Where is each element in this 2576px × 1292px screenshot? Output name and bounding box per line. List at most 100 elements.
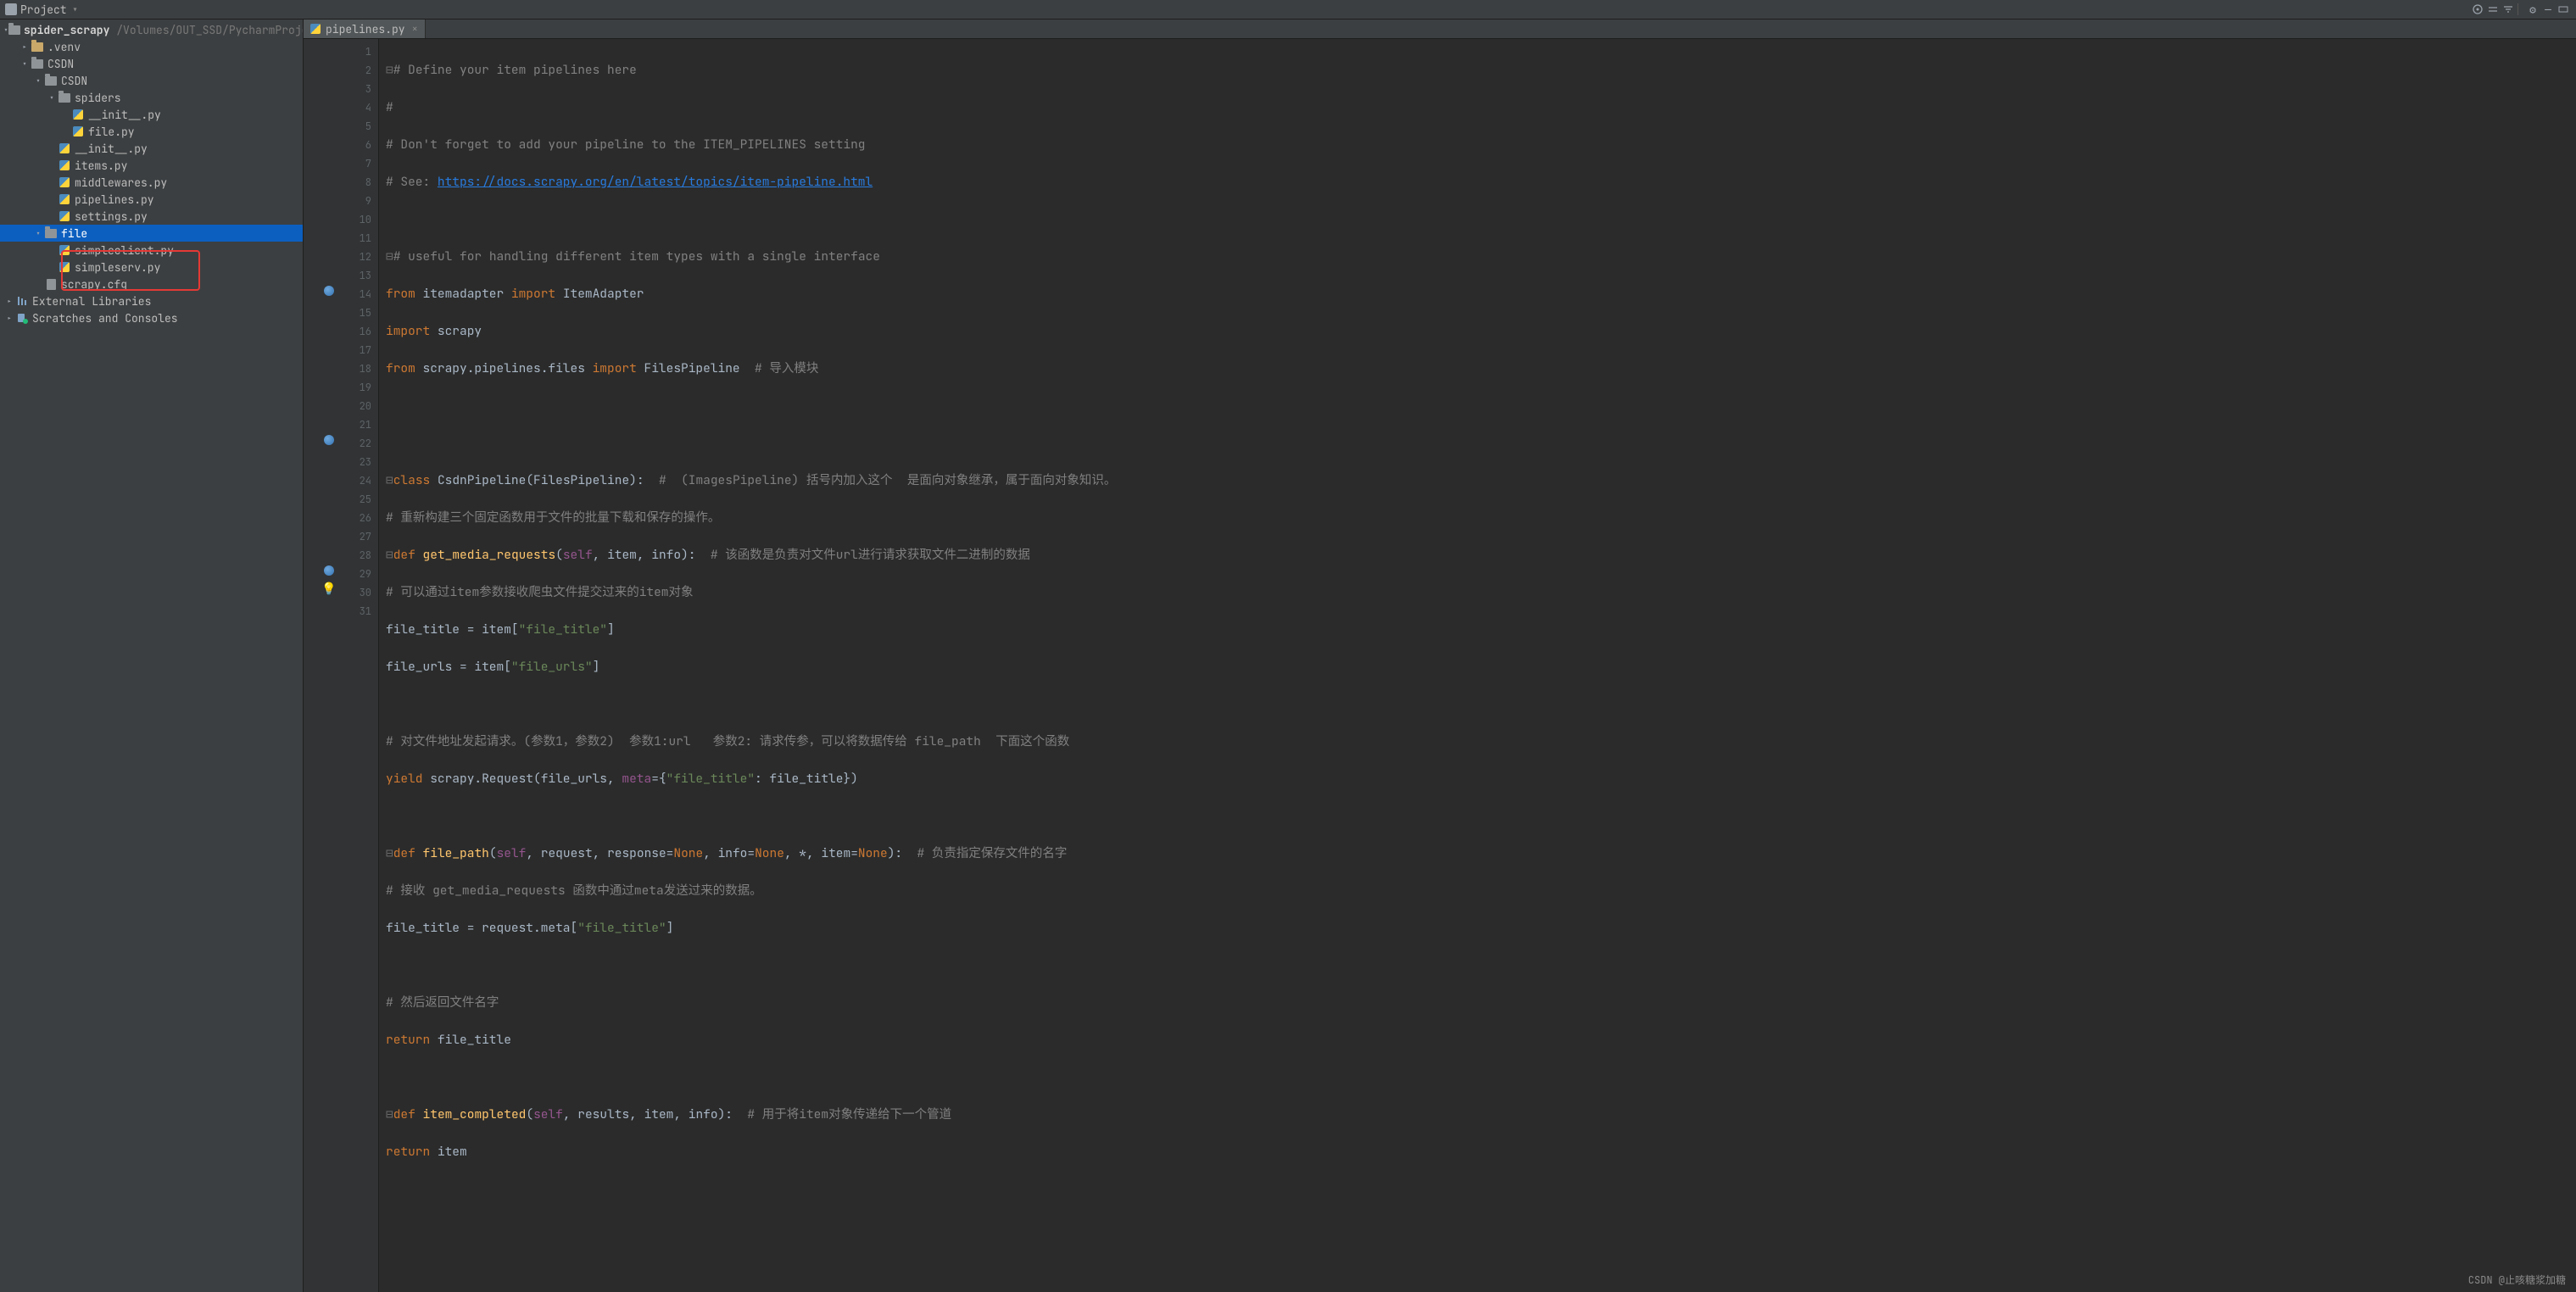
python-file-icon [58, 159, 71, 172]
line-number: 20 [337, 397, 371, 415]
tree-row[interactable]: items.py [0, 157, 303, 174]
tree-row[interactable]: ▾CSDN [0, 72, 303, 89]
project-root-row[interactable]: ▾ spider_scrapy /Volumes/OUT_SSD/Pycharm… [0, 21, 303, 38]
chevron-down-icon[interactable]: ▾ [72, 3, 79, 17]
tree-row[interactable]: scrapy.cfg [0, 276, 303, 292]
python-file-icon [58, 142, 71, 155]
tree-row[interactable]: settings.py [0, 208, 303, 225]
line-number: 5 [337, 117, 371, 136]
tree-row-label: simpleserv.py [75, 260, 160, 275]
tree-row-label: file [61, 226, 87, 241]
code-editor[interactable]: 💡 12345678910111213141516171819202122232… [304, 39, 2576, 1292]
line-number: 13 [337, 266, 371, 285]
python-file-icon [58, 175, 71, 189]
tree-row-label: CSDN [61, 74, 87, 88]
line-number: 4 [337, 98, 371, 117]
line-number: 23 [337, 453, 371, 471]
line-number-gutter: 1234567891011121314151617181920212223242… [337, 39, 379, 1292]
tree-row[interactable]: ▾spiders [0, 89, 303, 106]
folder-icon [44, 226, 58, 240]
tree-row-label: __init__.py [88, 108, 161, 122]
folder-icon [58, 91, 71, 104]
external-libraries-label: External Libraries [32, 294, 151, 309]
tree-row-label: CSDN [47, 57, 74, 71]
close-tab-icon[interactable]: × [412, 22, 418, 36]
line-number: 18 [337, 359, 371, 378]
tree-row[interactable]: middlewares.py [0, 174, 303, 191]
expand-all-icon[interactable] [2485, 2, 2501, 17]
tree-row-label: __init__.py [75, 142, 148, 156]
line-number: 1 [337, 42, 371, 61]
intention-bulb-icon[interactable]: 💡 [322, 582, 336, 596]
project-pane-icon [5, 3, 17, 15]
python-file-icon [58, 192, 71, 206]
minimize-icon[interactable]: — [2540, 2, 2556, 17]
tree-row[interactable]: ▾CSDN [0, 55, 303, 72]
project-toolbar: Project ▾ ⚙ — [0, 0, 2576, 19]
scratches-label: Scratches and Consoles [32, 311, 178, 326]
project-root-path: /Volumes/OUT_SSD/PycharmProje [116, 23, 304, 37]
folder-icon [44, 74, 58, 87]
tree-row[interactable]: __init__.py [0, 140, 303, 157]
tree-row[interactable]: pipelines.py [0, 191, 303, 208]
folder-icon [31, 40, 44, 53]
gutter-marks: 💡 [304, 39, 337, 1292]
collapse-all-icon[interactable] [2501, 2, 2516, 17]
line-number: 30 [337, 583, 371, 602]
line-number: 7 [337, 154, 371, 173]
scratches-row[interactable]: ▸ Scratches and Consoles [0, 309, 303, 326]
line-number: 22 [337, 434, 371, 453]
tree-row-label: .venv [47, 40, 81, 54]
watermark: CSDN @止咳糖浆加糖 [2468, 1273, 2566, 1287]
line-number: 17 [337, 341, 371, 359]
line-number: 24 [337, 471, 371, 490]
line-number: 19 [337, 378, 371, 397]
line-number: 9 [337, 192, 371, 210]
tree-row-label: middlewares.py [75, 175, 167, 190]
external-libraries-row[interactable]: ▸ External Libraries [0, 292, 303, 309]
python-file-icon [58, 209, 71, 223]
folder-icon [31, 57, 44, 70]
tree-row[interactable]: simpleserv.py [0, 259, 303, 276]
tree-row[interactable]: ▾file [0, 225, 303, 242]
project-root-name: spider_scrapy [24, 23, 109, 37]
line-number: 6 [337, 136, 371, 154]
line-number: 16 [337, 322, 371, 341]
override-icon[interactable] [322, 433, 336, 447]
tree-row-label: pipelines.py [75, 192, 154, 207]
python-file-icon [58, 243, 71, 257]
tree-row-label: file.py [88, 125, 135, 139]
gear-icon[interactable]: ⚙ [2525, 2, 2540, 17]
line-number: 29 [337, 565, 371, 583]
tree-row[interactable]: simpleclient.py [0, 242, 303, 259]
line-number: 14 [337, 285, 371, 304]
editor-tab-pipelines[interactable]: pipelines.py × [304, 19, 426, 38]
tree-row-label: scrapy.cfg [61, 277, 127, 292]
line-number: 15 [337, 304, 371, 322]
editor-tabs: pipelines.py × [304, 19, 2576, 39]
locate-target-icon[interactable] [2470, 2, 2485, 17]
line-number: 25 [337, 490, 371, 509]
project-tree[interactable]: ▾ spider_scrapy /Volumes/OUT_SSD/Pycharm… [0, 19, 304, 1292]
tree-row[interactable]: ▸.venv [0, 38, 303, 55]
tab-label: pipelines.py [326, 22, 405, 36]
line-number: 10 [337, 210, 371, 229]
tree-row-label: settings.py [75, 209, 148, 224]
line-number: 27 [337, 527, 371, 546]
override-icon[interactable] [322, 284, 336, 298]
line-number: 11 [337, 229, 371, 248]
line-number: 2 [337, 61, 371, 80]
external-libraries-icon [15, 294, 29, 308]
tree-row[interactable]: file.py [0, 123, 303, 140]
line-number: 8 [337, 173, 371, 192]
hide-icon[interactable] [2556, 2, 2571, 17]
code-content[interactable]: ⊟# Define your item pipelines here # # D… [379, 39, 1116, 1292]
python-file-icon [310, 24, 321, 34]
project-title: Project [20, 3, 67, 17]
override-icon[interactable] [322, 564, 336, 577]
tree-row-label: simpleclient.py [75, 243, 174, 258]
python-file-icon [58, 260, 71, 274]
file-icon [44, 277, 58, 291]
tree-row[interactable]: __init__.py [0, 106, 303, 123]
tree-row-label: spiders [75, 91, 121, 105]
